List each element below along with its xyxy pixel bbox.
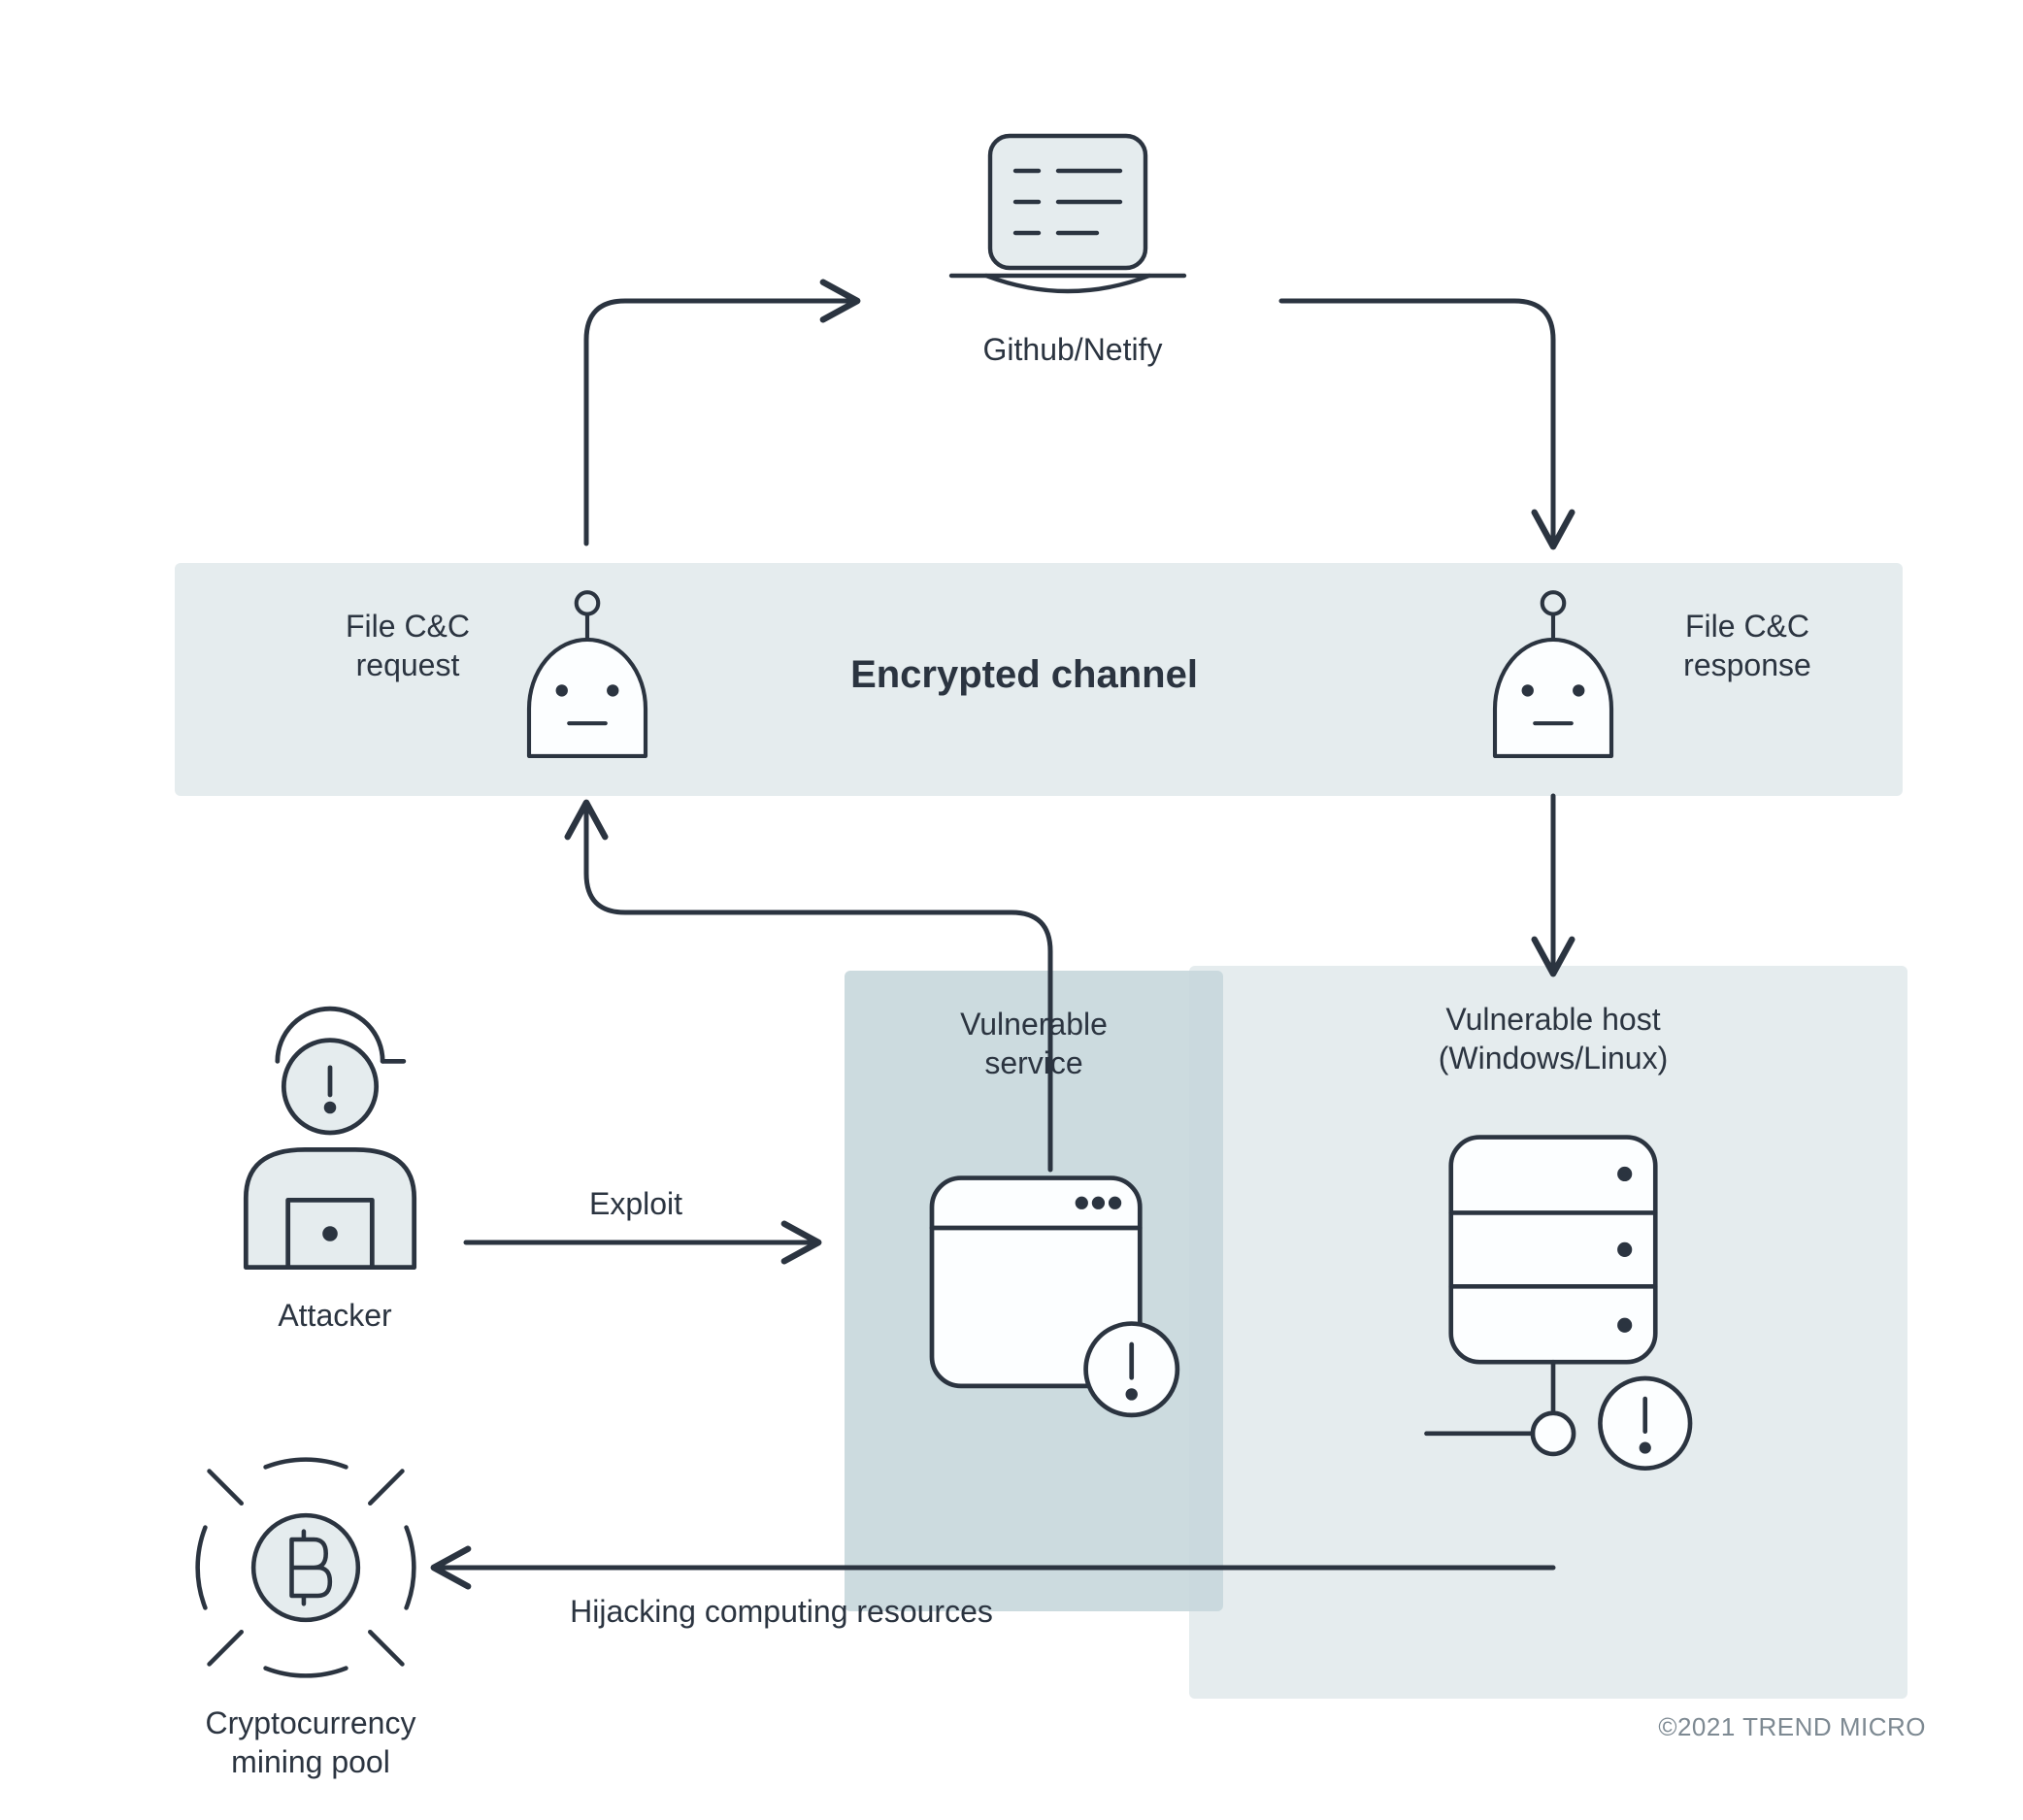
attacker-label: Attacker xyxy=(257,1296,413,1335)
diagram-canvas: Github/Netify File C&C request Encrypted… xyxy=(0,0,2023,1820)
file-cc-response-l1: File C&C xyxy=(1685,609,1809,644)
file-cc-response-l2: response xyxy=(1683,647,1811,682)
crypto-mining-pool-icon xyxy=(165,1427,447,1708)
server-icon xyxy=(1398,1107,1708,1495)
encrypted-channel-label: Encrypted channel xyxy=(806,650,1243,699)
bot-icon-left xyxy=(514,575,660,788)
vulnerable-service-l2: service xyxy=(984,1045,1082,1080)
crypto-pool-label: Cryptocurrency mining pool xyxy=(170,1704,451,1781)
hijacking-label: Hijacking computing resources xyxy=(514,1592,1048,1631)
attacker-icon xyxy=(204,995,456,1296)
vulnerable-host-l2: (Windows/Linux) xyxy=(1439,1041,1669,1075)
file-cc-response-label: File C&C response xyxy=(1650,607,1844,684)
laptop-icon xyxy=(932,116,1204,311)
file-cc-request-l2: request xyxy=(356,647,460,682)
file-cc-request-label: File C&C request xyxy=(315,607,500,684)
github-netify-label: Github/Netify xyxy=(951,330,1194,369)
crypto-pool-l1: Cryptocurrency xyxy=(206,1705,416,1740)
file-cc-request-l1: File C&C xyxy=(346,609,470,644)
copyright-text: ©2021 TREND MICRO xyxy=(1658,1712,1926,1742)
vulnerable-service-l1: Vulnerable xyxy=(960,1007,1108,1042)
crypto-pool-l2: mining pool xyxy=(231,1744,390,1779)
vulnerable-host-l1: Vulnerable host xyxy=(1445,1002,1660,1037)
bot-icon-right xyxy=(1480,575,1626,788)
browser-window-icon xyxy=(903,1141,1194,1432)
exploit-label: Exploit xyxy=(563,1184,709,1223)
vulnerable-host-label: Vulnerable host (Windows/Linux) xyxy=(1378,1000,1728,1077)
vulnerable-service-label: Vulnerable service xyxy=(927,1005,1141,1082)
